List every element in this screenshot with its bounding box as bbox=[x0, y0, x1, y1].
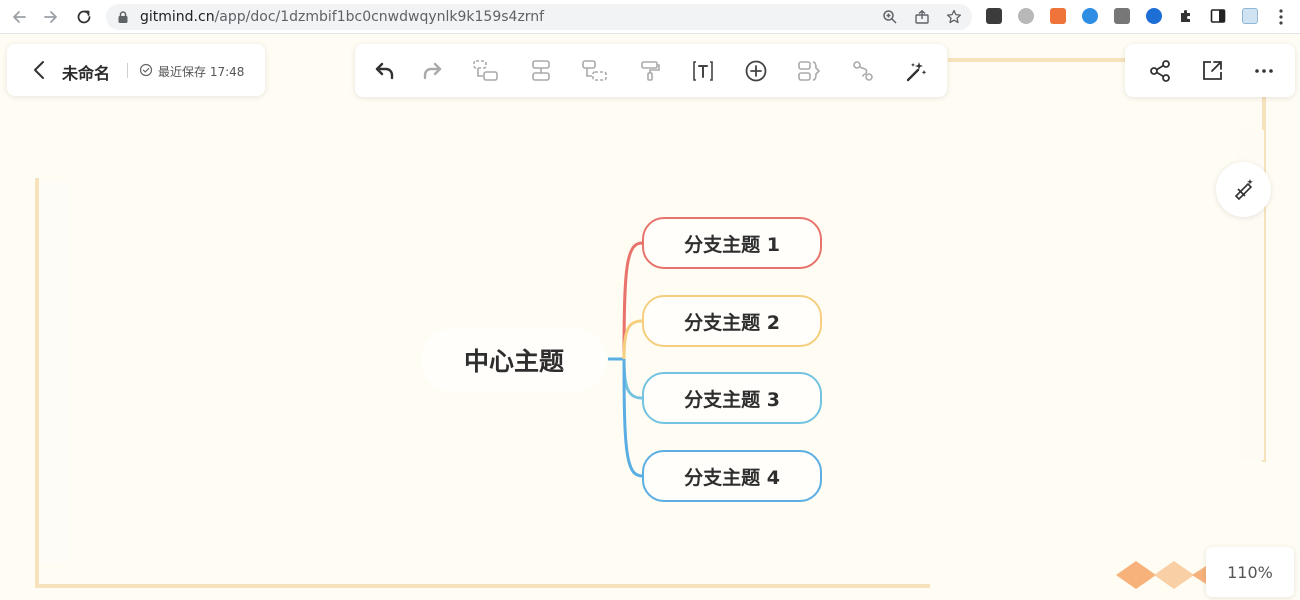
branch-topic-4[interactable]: 分支主题 4 bbox=[642, 450, 822, 502]
central-topic[interactable]: 中心主题 bbox=[421, 328, 607, 392]
connector-branch-4 bbox=[622, 358, 643, 478]
branch-topic-2[interactable]: 分支主题 2 bbox=[642, 295, 822, 347]
connector-branch-1 bbox=[622, 241, 643, 360]
branch-topic-1[interactable]: 分支主题 1 bbox=[642, 217, 822, 269]
branch-topic-3[interactable]: 分支主题 3 bbox=[642, 372, 822, 424]
zoom-level[interactable]: 110% bbox=[1206, 547, 1294, 597]
connector-branch-3 bbox=[622, 358, 643, 400]
connector-branch-2 bbox=[622, 319, 643, 360]
